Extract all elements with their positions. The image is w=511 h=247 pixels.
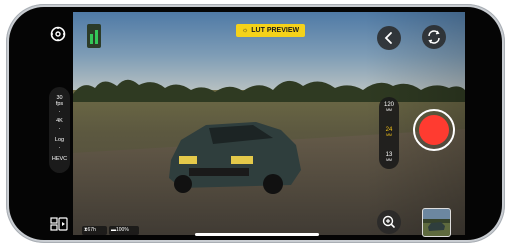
separator-dot <box>59 128 60 129</box>
lens-selector: 120 MM 24 MM 13 MM <box>379 97 399 169</box>
camera-viewfinder[interactable] <box>73 12 465 235</box>
home-indicator[interactable] <box>195 233 319 236</box>
record-time-chip: ⧗67h <box>82 226 107 235</box>
level-bar-right <box>95 30 98 44</box>
record-button[interactable] <box>413 109 455 151</box>
separator-dot <box>59 111 60 112</box>
lens-option-24[interactable]: 24 MM <box>379 127 399 137</box>
lens-option-120[interactable]: 120 MM <box>379 102 399 112</box>
level-bar-left <box>90 34 93 44</box>
battery-chip: ▬100% <box>109 226 139 235</box>
record-icon <box>419 115 449 145</box>
lens-unit: MM <box>386 133 392 137</box>
flip-camera-icon <box>428 30 440 44</box>
back-button[interactable] <box>377 26 401 50</box>
settings-icon[interactable] <box>49 25 67 43</box>
thumbnail-image <box>423 219 450 231</box>
lut-preview-badge[interactable]: ☼ LUT PREVIEW <box>236 24 305 37</box>
fps-unit: fps <box>55 101 64 107</box>
zoom-in-icon <box>382 215 395 228</box>
zoom-button[interactable] <box>377 210 401 234</box>
lens-unit: MM <box>386 158 392 162</box>
lut-label: LUT PREVIEW <box>251 27 300 34</box>
lut-icon: ☼ <box>241 27 249 34</box>
last-clip-thumbnail[interactable] <box>422 208 451 237</box>
battery-level: 100% <box>116 227 129 233</box>
codec-value: HEVC <box>51 156 68 162</box>
rally-car <box>169 122 301 194</box>
back-icon <box>384 32 392 44</box>
flip-camera-button[interactable] <box>422 25 446 49</box>
separator-dot <box>59 147 60 148</box>
time-remaining: 67h <box>87 227 96 233</box>
format-selector[interactable]: 30 fps 4K Log HEVC <box>49 87 70 173</box>
resolution-value: 4K <box>56 118 63 124</box>
gallery-icon[interactable] <box>50 217 68 231</box>
lens-unit: MM <box>386 108 392 112</box>
color-profile: Log <box>54 137 65 143</box>
level-meter-icon[interactable] <box>87 24 101 48</box>
lens-option-13[interactable]: 13 MM <box>379 152 399 162</box>
